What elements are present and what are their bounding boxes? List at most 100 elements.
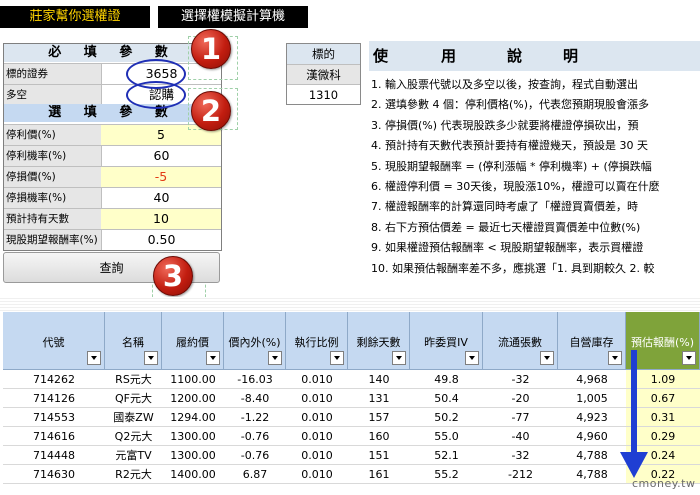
cell-strike: 1200.00 — [162, 389, 224, 408]
expected-return-value: 0.50 — [101, 230, 221, 250]
param-row-take-profit-prob: 停利機率(%) 60 — [4, 145, 221, 166]
cell-days-left: 151 — [348, 446, 410, 465]
col-header-days-left: 剩餘天數 — [348, 312, 410, 370]
separator — [0, 297, 700, 311]
param-label: 標的證券 — [4, 64, 101, 84]
col-header-label: 執行比例 — [294, 336, 339, 349]
cell-code: 714616 — [3, 427, 105, 446]
underlying-code: 1310 — [287, 84, 360, 104]
cell-inventory: 1,005 — [558, 389, 626, 408]
annotation-arrow-shaft — [631, 350, 637, 458]
table-row[interactable]: 714448 元富TV 1300.00 -0.76 0.010 151 52.1… — [0, 446, 700, 465]
cell-strike: 1400.00 — [162, 465, 224, 484]
step-badge-3: 3 — [153, 256, 193, 296]
instruction-line: 10. 如果預估報酬率差不多，應挑選「1. 具到期較久 2. 較 — [371, 261, 655, 275]
table-row[interactable]: 714553 國泰ZW 1294.00 -1.22 0.010 157 50.2… — [0, 408, 700, 427]
param-label: 停利價(%) — [4, 125, 101, 145]
cell-ratio: 0.010 — [286, 427, 348, 446]
holding-days-input[interactable]: 10 — [101, 209, 221, 229]
cell-bid-iv: 55.0 — [410, 427, 483, 446]
cell-ratio: 0.010 — [286, 389, 348, 408]
instruction-line: 3. 停損價(%) 代表現股跌多少就要將權證停損砍出，預 — [371, 118, 639, 132]
annotation-arrow-down-icon — [620, 452, 648, 478]
col-header-label: 昨委買IV — [424, 336, 468, 349]
param-row-stop-loss: 停損價(%) -5 — [4, 166, 221, 187]
stock-warrant-picker-button[interactable]: 莊家幫你選權證 — [0, 6, 150, 28]
instruction-line: 9. 如果權證預估報酬率 < 現股期望報酬率，表示買權證 — [371, 241, 644, 255]
instructions-title: 使 用 說 明 — [369, 41, 700, 71]
col-header-strike: 履約價 — [162, 312, 224, 370]
cell-est-return: 0.67 — [626, 389, 700, 408]
col-header-inventory: 自營庫存 — [558, 312, 626, 370]
param-label: 現股期望報酬率(%) — [4, 230, 101, 250]
cell-bid-iv: 50.2 — [410, 408, 483, 427]
cell-inventory: 4,788 — [558, 446, 626, 465]
filter-dropdown-icon[interactable] — [144, 351, 158, 365]
param-label: 停損價(%) — [4, 167, 101, 187]
instruction-line: 8. 右下方預估價差 = 最近七天權證買賣價差中位數(%) — [371, 220, 641, 234]
cell-days-left: 140 — [348, 370, 410, 389]
take-profit-prob-input[interactable]: 60 — [101, 146, 221, 166]
cell-bid-iv: 49.8 — [410, 370, 483, 389]
filter-dropdown-icon[interactable] — [682, 351, 696, 365]
instruction-line: 2. 選填參數 4 個：停利價格(%)，代表您預期現股會漲多 — [371, 98, 650, 112]
cell-inventory: 4,923 — [558, 408, 626, 427]
filter-dropdown-icon[interactable] — [87, 351, 101, 365]
filter-dropdown-icon[interactable] — [540, 351, 554, 365]
cell-strike: 1294.00 — [162, 408, 224, 427]
col-header-label: 剩餘天數 — [356, 336, 401, 349]
filter-dropdown-icon[interactable] — [608, 351, 622, 365]
cell-bid-iv: 55.2 — [410, 465, 483, 484]
filter-dropdown-icon[interactable] — [206, 351, 220, 365]
cell-name: 國泰ZW — [105, 408, 162, 427]
param-label: 多空 — [4, 85, 101, 105]
param-row-holding-days: 預計持有天數 10 — [4, 208, 221, 229]
cell-moneyness: -0.76 — [224, 446, 286, 465]
cell-outstanding: -20 — [483, 389, 558, 408]
cell-moneyness: -8.40 — [224, 389, 286, 408]
table-row[interactable]: 714630 R2元大 1400.00 6.87 0.010 161 55.2 … — [0, 465, 700, 484]
filter-dropdown-icon[interactable] — [268, 351, 282, 365]
cell-inventory: 4,788 — [558, 465, 626, 484]
filter-dropdown-icon[interactable] — [465, 351, 479, 365]
param-label: 停損機率(%) — [4, 188, 101, 208]
instructions-title-char: 使 — [373, 47, 389, 65]
cell-inventory: 4,960 — [558, 427, 626, 446]
cell-outstanding: -32 — [483, 446, 558, 465]
cell-days-left: 131 — [348, 389, 410, 408]
cell-outstanding: -77 — [483, 408, 558, 427]
col-header-label: 預估報酬(%) — [630, 336, 695, 349]
cell-est-return: 1.09 — [626, 370, 700, 389]
stop-loss-input[interactable]: -5 — [101, 167, 221, 187]
instruction-line: 6. 權證停利價 = 30天後，現股漲10%，權證可以賣在什麼 — [371, 179, 660, 193]
instructions-list: 1. 輸入股票代號以及多空以後，按查詢，程式自動選出 2. 選填參數 4 個：停… — [371, 75, 700, 295]
watermark: cmoney.tw — [632, 477, 696, 490]
cell-days-left: 160 — [348, 427, 410, 446]
option-simulator-button[interactable]: 選擇權模擬計算機 — [158, 6, 308, 28]
instruction-line: 1. 輸入股票代號以及多空以後，按查詢，程式自動選出 — [371, 78, 638, 91]
cell-moneyness: -1.22 — [224, 408, 286, 427]
col-header-name: 名稱 — [105, 312, 162, 370]
cell-bid-iv: 52.1 — [410, 446, 483, 465]
cell-strike: 1100.00 — [162, 370, 224, 389]
filter-dropdown-icon[interactable] — [330, 351, 344, 365]
instruction-line: 4. 預計持有天數代表預計要持有權證幾天，預設是 30 天 — [371, 139, 648, 153]
cell-inventory: 4,968 — [558, 370, 626, 389]
param-label: 預計持有天數 — [4, 209, 101, 229]
col-header-label: 自營庫存 — [569, 336, 614, 349]
table-row[interactable]: 714616 Q2元大 1300.00 -0.76 0.010 160 55.0… — [0, 427, 700, 446]
cell-ratio: 0.010 — [286, 408, 348, 427]
param-row-expected-return: 現股期望報酬率(%) 0.50 — [4, 229, 221, 250]
table-row[interactable]: 714262 RS元大 1100.00 -16.03 0.010 140 49.… — [0, 370, 700, 389]
cell-name: 元富TV — [105, 446, 162, 465]
stop-loss-prob-input[interactable]: 40 — [101, 188, 221, 208]
cell-days-left: 161 — [348, 465, 410, 484]
col-header-label: 名稱 — [122, 336, 144, 349]
table-row[interactable]: 714126 QF元大 1200.00 -8.40 0.010 131 50.4… — [0, 389, 700, 408]
underlying-name: 漢微科 — [287, 64, 360, 84]
underlying-box: 標的 漢微科 1310 — [286, 43, 361, 105]
param-label: 停利機率(%) — [4, 146, 101, 166]
col-header-code: 代號 — [3, 312, 105, 370]
cell-strike: 1300.00 — [162, 427, 224, 446]
filter-dropdown-icon[interactable] — [392, 351, 406, 365]
